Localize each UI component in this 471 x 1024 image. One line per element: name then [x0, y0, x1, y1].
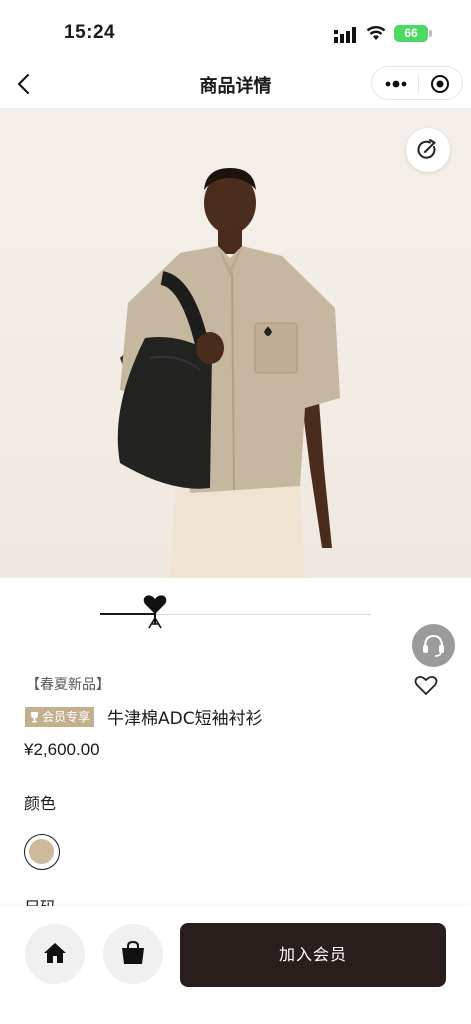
shopping-bag-icon	[122, 940, 144, 964]
bottom-action-bar: 加入会员	[0, 906, 471, 1024]
battery-icon: 66	[394, 25, 432, 42]
model-illustration	[117, 168, 340, 578]
customer-service-button[interactable]	[412, 624, 455, 667]
trophy-icon	[31, 712, 38, 723]
color-swatch-selected[interactable]	[24, 834, 60, 870]
status-time: 15:24	[64, 22, 116, 43]
capsule-divider	[418, 75, 419, 93]
color-swatch-fill	[29, 839, 54, 864]
product-name: 牛津棉ADC短袖衬衫	[107, 709, 263, 729]
cellular-signal-icon	[334, 27, 356, 43]
product-price: ¥2,600.00	[24, 740, 100, 759]
mini-program-capsule	[371, 66, 463, 100]
shopping-bag-button[interactable]	[103, 924, 163, 984]
color-label: 颜色	[24, 794, 57, 813]
join-member-button[interactable]: 加入会员	[180, 923, 446, 987]
heart-icon[interactable]	[414, 674, 438, 696]
member-badge-label: 会员专享	[42, 710, 91, 724]
member-exclusive-badge: 会员专享	[25, 707, 95, 727]
share-icon	[417, 139, 436, 159]
product-tag: 【春夏新品】	[26, 677, 110, 693]
share-button[interactable]	[406, 128, 450, 172]
wifi-icon	[366, 26, 386, 40]
product-image[interactable]	[0, 108, 471, 578]
home-icon	[44, 943, 66, 963]
customer-service-icon	[423, 634, 444, 657]
ami-heart-logo[interactable]	[142, 594, 168, 632]
status-bar: 15:24 66	[0, 0, 471, 60]
more-icon[interactable]	[384, 76, 408, 92]
home-button[interactable]	[25, 924, 85, 984]
target-icon[interactable]	[430, 74, 450, 94]
nav-bar: 商品详情	[0, 60, 471, 108]
